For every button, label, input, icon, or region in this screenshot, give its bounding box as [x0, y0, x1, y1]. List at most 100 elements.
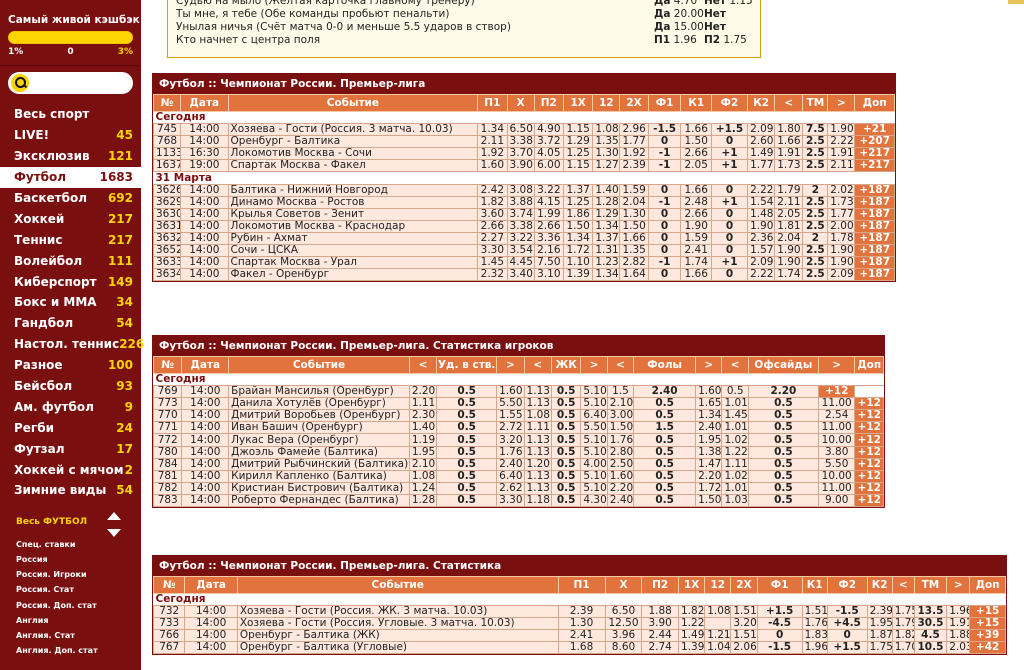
- odds-cell[interactable]: 0.5: [633, 457, 697, 471]
- more-bets-link[interactable]: +12: [854, 493, 884, 508]
- more-bets-link[interactable]: +12: [854, 445, 884, 459]
- more-bets-link[interactable]: +12: [854, 481, 884, 495]
- sidebar-item[interactable]: Настол. теннис 226: [0, 334, 144, 355]
- table-row[interactable]: 3629 14:00 Динамо Москва - Ростов 1.82 3.88 4…: [152, 195, 895, 209]
- odds-cell[interactable]: 1.28: [592, 195, 621, 209]
- odds-cell[interactable]: 1.66: [680, 183, 712, 197]
- odds-cell[interactable]: 3.10: [533, 268, 565, 282]
- odds-cell[interactable]: 1.13: [523, 445, 552, 459]
- odds-cell[interactable]: 3.54: [506, 244, 535, 258]
- odds-cell[interactable]: 2.00: [827, 219, 856, 233]
- column-header[interactable]: <: [891, 576, 915, 594]
- odds-cell[interactable]: 3.72: [533, 135, 565, 149]
- odds-cell[interactable]: 2.74: [641, 641, 679, 655]
- odds-cell[interactable]: +1.5: [710, 123, 749, 137]
- odds-cell[interactable]: 4.5: [913, 629, 948, 643]
- odds-cell[interactable]: 2.66: [680, 147, 712, 161]
- column-header[interactable]: Ф1: [756, 576, 803, 594]
- odds-cell[interactable]: 2.39: [866, 605, 893, 619]
- column-header[interactable]: Дата: [180, 94, 229, 112]
- event-name[interactable]: Динамо Москва - Ростов: [227, 195, 479, 209]
- odds-cell[interactable]: 5.10: [580, 397, 608, 411]
- odds-cell[interactable]: 1.37: [562, 183, 594, 197]
- odds-cell[interactable]: 2.04: [774, 231, 804, 246]
- odds-cell[interactable]: 12.50: [604, 617, 643, 631]
- odds-cell[interactable]: 3.20: [730, 617, 758, 631]
- odds-cell[interactable]: 1.65: [695, 397, 723, 411]
- odds-cell[interactable]: 1.25: [562, 147, 594, 161]
- odds-cell[interactable]: 1.40: [592, 183, 621, 197]
- column-header[interactable]: >: [496, 356, 525, 374]
- column-header[interactable]: 2X: [730, 576, 758, 594]
- odds-cell[interactable]: 1.34: [562, 231, 594, 246]
- odds-cell[interactable]: 0.5: [550, 385, 582, 399]
- odds-cell[interactable]: 1.68: [557, 641, 606, 655]
- odds-cell[interactable]: 1.73: [774, 159, 804, 173]
- odds-cell[interactable]: 2.05: [774, 207, 804, 221]
- odds-cell[interactable]: 1.13: [523, 481, 552, 495]
- odds-cell[interactable]: 1.66: [680, 123, 712, 137]
- sidebar-item[interactable]: Футбол 1683: [0, 166, 141, 188]
- odds-cell[interactable]: 1.13: [523, 397, 552, 411]
- event-name[interactable]: Крылья Советов - Зенит: [227, 207, 479, 221]
- odds-cell[interactable]: 1.66: [680, 268, 712, 282]
- odds-cell[interactable]: 2.06: [730, 641, 758, 655]
- odds-cell[interactable]: 0.5: [747, 481, 819, 495]
- event-name[interactable]: Лукас Вера (Оренбург): [228, 433, 410, 447]
- odds-cell[interactable]: 0: [710, 207, 749, 221]
- odds-cell[interactable]: 1.30: [619, 207, 649, 221]
- submenu-item[interactable]: Англия. Доп. стат: [16, 646, 141, 661]
- sidebar-item[interactable]: Гандбол 54: [0, 313, 141, 334]
- special-bet-option[interactable]: Нет 1.15: [704, 0, 753, 8]
- odds-cell[interactable]: 0: [647, 207, 682, 221]
- table-row[interactable]: 769 14:00 Брайан Мансилья (Оренбург) 2.20 0.…: [152, 385, 884, 399]
- more-bets-link[interactable]: +12: [854, 433, 884, 447]
- odds-cell[interactable]: 2.62: [496, 481, 525, 495]
- odds-cell[interactable]: 1.95: [408, 445, 438, 459]
- odds-cell[interactable]: 1.35: [592, 135, 621, 149]
- odds-cell[interactable]: 2.05: [680, 159, 712, 173]
- table-row[interactable]: 732 14:00 Хозяева - Гости (Россия. ЖК. 3 м…: [152, 605, 1006, 619]
- table-row[interactable]: 745 14:00 Хозяева - Гости (Россия. 3 матча…: [152, 123, 895, 137]
- odds-cell[interactable]: 1.60: [496, 385, 525, 399]
- odds-cell[interactable]: 1.27: [592, 159, 621, 173]
- column-header[interactable]: 1X: [562, 94, 594, 112]
- odds-cell[interactable]: 1.57: [747, 244, 776, 258]
- odds-cell[interactable]: 2.39: [557, 605, 606, 619]
- column-header[interactable]: Дата: [184, 576, 238, 594]
- odds-cell[interactable]: 2.20: [606, 481, 635, 495]
- table-row[interactable]: 780 14:00 Джоэль Фамейе (Балтика) 1.95 0.5 1.…: [152, 445, 884, 459]
- odds-cell[interactable]: 2.36: [747, 231, 776, 246]
- odds-cell[interactable]: -1.5: [826, 605, 868, 619]
- odds-cell[interactable]: 1.5: [606, 385, 635, 399]
- column-header[interactable]: ЖК: [550, 356, 582, 374]
- odds-cell[interactable]: 2.72: [496, 421, 525, 435]
- event-name[interactable]: Рубин - Ахмат: [227, 231, 479, 246]
- event-name[interactable]: Хозяева - Гости (Россия. 3 матча. 10.03): [227, 123, 479, 137]
- odds-cell[interactable]: 1.75: [891, 605, 915, 619]
- odds-cell[interactable]: 1.22: [721, 445, 749, 459]
- column-header[interactable]: №: [152, 94, 182, 112]
- odds-cell[interactable]: 1.24: [408, 481, 438, 495]
- odds-cell[interactable]: 2.5: [802, 219, 829, 233]
- odds-cell[interactable]: 1.15: [562, 159, 594, 173]
- odds-cell[interactable]: 1.08: [408, 469, 438, 483]
- column-header[interactable]: Доп: [854, 94, 895, 112]
- odds-cell[interactable]: 2.04: [619, 195, 649, 209]
- odds-cell[interactable]: 3.00: [606, 409, 635, 423]
- odds-cell[interactable]: 3.60: [477, 207, 508, 221]
- odds-cell[interactable]: 1.54: [747, 195, 776, 209]
- table-row[interactable]: 784 14:00 Дмитрий Рыбчинский (Балтика) 2.10…: [152, 457, 884, 471]
- odds-cell[interactable]: 1.95: [866, 617, 893, 631]
- sidebar-item[interactable]: Регби 24: [0, 417, 141, 438]
- column-header[interactable]: >: [580, 356, 608, 374]
- odds-cell[interactable]: 0.5: [550, 409, 582, 423]
- odds-cell[interactable]: 1.70: [891, 641, 915, 655]
- odds-cell[interactable]: 2: [802, 231, 829, 246]
- odds-cell[interactable]: 1.23: [592, 256, 621, 270]
- event-name[interactable]: Балтика - Нижний Новгород: [227, 183, 479, 197]
- odds-cell[interactable]: 5.10: [580, 433, 608, 447]
- column-header[interactable]: Ф1: [647, 94, 682, 112]
- odds-cell[interactable]: 3.38: [506, 135, 535, 149]
- odds-cell[interactable]: 1.72: [695, 481, 723, 495]
